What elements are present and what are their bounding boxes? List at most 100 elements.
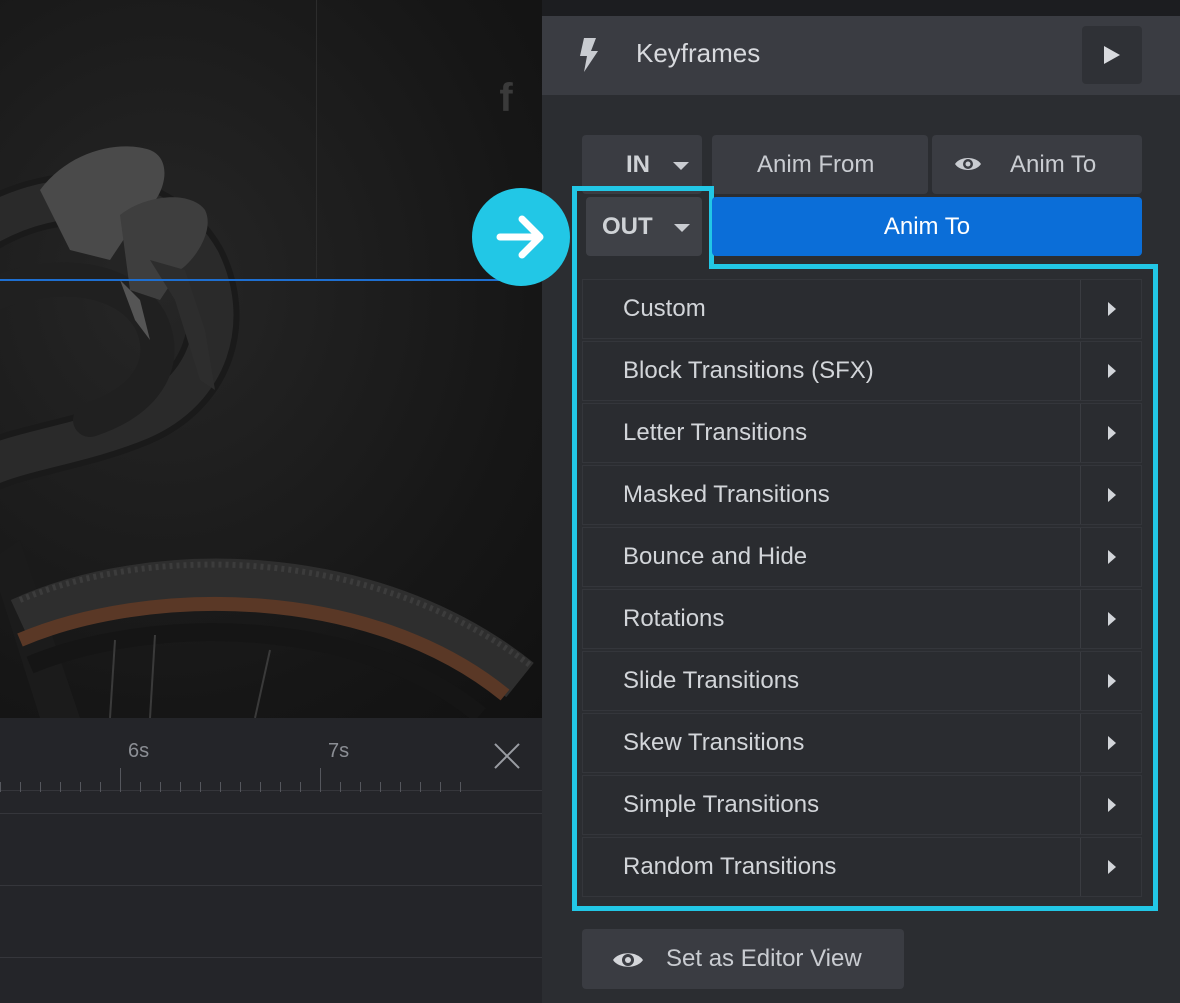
menu-item-rotations[interactable]: Rotations — [582, 589, 1142, 649]
ruler-tick — [340, 782, 341, 792]
highlight-outline — [1153, 264, 1158, 911]
menu-item-label: Slide Transitions — [623, 667, 800, 694]
highlight-outline — [572, 186, 577, 911]
menu-item-label: Letter Transitions — [623, 419, 808, 446]
menu-item-label: Random Transitions — [623, 853, 837, 880]
ruler-tick — [420, 782, 421, 792]
callout-arrow-badge — [472, 188, 570, 286]
ruler-tick — [0, 782, 1, 792]
highlight-outline — [709, 264, 1158, 269]
chevron-right-icon — [1108, 860, 1116, 874]
menu-item-label: Simple Transitions — [623, 791, 820, 818]
ruler-tick — [260, 782, 261, 792]
track-divider — [0, 885, 542, 886]
eye-icon — [613, 953, 643, 967]
transition-presets-menu: Custom Block Transitions (SFX) Letter Tr… — [582, 279, 1142, 899]
menu-item-slide-transitions[interactable]: Slide Transitions — [582, 651, 1142, 711]
in-anim-to-label: Anim To — [1010, 150, 1097, 178]
menu-item-divider — [1080, 714, 1081, 772]
chevron-right-icon — [1108, 674, 1116, 688]
track-divider — [0, 813, 542, 814]
chevron-right-icon — [1108, 550, 1116, 564]
close-timeline-icon[interactable] — [489, 738, 525, 774]
ruler-major-tick — [120, 768, 121, 792]
ruler-tick — [40, 782, 41, 792]
keyframes-title: Keyframes — [636, 38, 761, 68]
out-anim-to-button[interactable]: Anim To — [712, 197, 1142, 256]
out-label: OUT — [602, 212, 653, 240]
ruler-tick — [160, 782, 161, 792]
facebook-icon: f — [499, 76, 513, 120]
ruler-label-6s: 6s — [128, 740, 150, 762]
ruler-tick — [180, 782, 181, 792]
menu-item-skew-transitions[interactable]: Skew Transitions — [582, 713, 1142, 773]
ruler-tick — [240, 782, 241, 792]
time-ruler[interactable]: 6s 7s — [0, 718, 542, 792]
ruler-tick — [360, 782, 361, 792]
eye-icon — [955, 158, 981, 170]
menu-item-divider — [1080, 776, 1081, 834]
horizontal-guide-line — [0, 279, 542, 281]
menu-item-divider — [1080, 280, 1081, 338]
menu-item-masked-transitions[interactable]: Masked Transitions — [582, 465, 1142, 525]
menu-item-custom[interactable]: Custom — [582, 279, 1142, 339]
panel-top-strip — [542, 0, 1180, 16]
chevron-right-icon — [1108, 736, 1116, 750]
track-divider — [0, 957, 542, 958]
bike-image — [0, 146, 534, 718]
ruler-tick — [80, 782, 81, 792]
chevron-right-icon — [1108, 302, 1116, 316]
stage-canvas[interactable]: f — [0, 0, 542, 718]
menu-item-bounce-and-hide[interactable]: Bounce and Hide — [582, 527, 1142, 587]
play-icon — [1104, 46, 1120, 64]
menu-item-divider — [1080, 652, 1081, 710]
set-editor-view-button[interactable]: Set as Editor View — [582, 929, 904, 989]
chevron-right-icon — [1108, 426, 1116, 440]
menu-item-letter-transitions[interactable]: Letter Transitions — [582, 403, 1142, 463]
chevron-down-icon — [674, 224, 690, 232]
ruler-tick — [460, 782, 461, 792]
menu-item-divider — [1080, 838, 1081, 896]
menu-item-divider — [1080, 528, 1081, 586]
ruler-tick — [300, 782, 301, 792]
ruler-label-7s: 7s — [328, 740, 350, 762]
menu-item-label: Masked Transitions — [623, 481, 830, 508]
anim-from-label: Anim From — [757, 150, 875, 178]
menu-item-label: Rotations — [623, 605, 725, 632]
in-label: IN — [626, 150, 650, 178]
menu-item-label: Block Transitions (SFX) — [623, 357, 874, 384]
ruler-tick — [400, 782, 401, 792]
chevron-right-icon — [1108, 364, 1116, 378]
ruler-tick — [380, 782, 381, 792]
play-button[interactable] — [1082, 26, 1142, 84]
menu-item-random-transitions[interactable]: Random Transitions — [582, 837, 1142, 897]
menu-item-label: Skew Transitions — [623, 729, 805, 756]
ruler-tick — [20, 782, 21, 792]
menu-item-divider — [1080, 342, 1081, 400]
highlight-outline — [572, 186, 714, 191]
ruler-tick — [140, 782, 141, 792]
menu-item-divider — [1080, 466, 1081, 524]
ruler-tick — [60, 782, 61, 792]
ruler-major-tick — [320, 768, 321, 792]
menu-item-block-transitions[interactable]: Block Transitions (SFX) — [582, 341, 1142, 401]
menu-item-simple-transitions[interactable]: Simple Transitions — [582, 775, 1142, 835]
ruler-tick — [200, 782, 201, 792]
animation-panel: Keyframes IN Anim From Anim To OUT Anim … — [542, 0, 1180, 1003]
ruler-tick — [440, 782, 441, 792]
out-direction-dropdown[interactable]: OUT — [586, 197, 702, 256]
menu-item-label: Bounce and Hide — [623, 543, 808, 570]
in-anim-to-button[interactable]: Anim To — [932, 135, 1142, 194]
timeline[interactable]: 6s 7s — [0, 718, 542, 1003]
menu-item-label: Custom — [623, 295, 706, 322]
ruler-tick — [100, 782, 101, 792]
bolt-icon — [580, 38, 598, 72]
anim-from-button[interactable]: Anim From — [712, 135, 928, 194]
arrow-right-icon — [496, 215, 544, 259]
ruler-tick — [220, 782, 221, 792]
menu-item-divider — [1080, 404, 1081, 462]
ruler-tick — [280, 782, 281, 792]
chevron-down-icon — [673, 162, 689, 170]
highlight-outline — [572, 906, 1158, 911]
chevron-right-icon — [1108, 488, 1116, 502]
